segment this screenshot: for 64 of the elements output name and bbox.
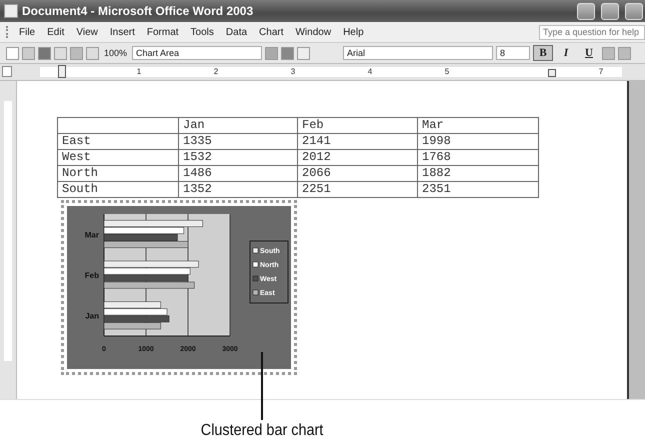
format-button[interactable]: U xyxy=(579,45,600,61)
scroll-bar[interactable] xyxy=(627,81,645,399)
table-cell: 1352 xyxy=(178,182,298,198)
legend-box[interactable] xyxy=(250,240,288,304)
category-label: Mar xyxy=(84,230,99,240)
table-cell: 1768 xyxy=(418,150,538,166)
ruler-number: 7 xyxy=(598,67,604,77)
leader-line xyxy=(261,352,263,420)
menu-item[interactable]: View xyxy=(70,26,104,38)
menu-item[interactable]: Help xyxy=(337,26,370,38)
bar[interactable] xyxy=(104,220,203,227)
chart-objects-dropdown[interactable]: Chart Area xyxy=(132,46,262,60)
tab-stop-selector[interactable] xyxy=(2,66,12,77)
column-header: Jan xyxy=(178,118,298,134)
help-search-field[interactable]: Type a question for help xyxy=(539,24,645,40)
table-cell: 2141 xyxy=(298,134,418,150)
menu-item[interactable]: Data xyxy=(220,26,254,38)
menu-item[interactable]: Tools xyxy=(184,26,220,38)
restore-button[interactable] xyxy=(601,2,619,20)
format-button[interactable]: B xyxy=(533,45,554,61)
ruler-number: 3 xyxy=(290,67,296,77)
menu-item[interactable]: Insert xyxy=(104,26,141,38)
bar[interactable] xyxy=(104,227,184,234)
bar[interactable] xyxy=(104,268,190,275)
minimize-button[interactable] xyxy=(577,2,595,20)
column-header: Feb xyxy=(298,118,418,134)
ruler-number: 2 xyxy=(212,67,220,77)
menu-item[interactable]: Format xyxy=(140,26,185,38)
font-size-dropdown[interactable]: 8 xyxy=(496,46,530,60)
ruler-number: 4 xyxy=(366,67,374,77)
table-cell: East xyxy=(58,134,178,150)
zoom-value[interactable]: 100% xyxy=(102,48,130,58)
menu-item[interactable]: File xyxy=(13,26,42,38)
table-cell: North xyxy=(58,166,178,182)
table-cell: 1532 xyxy=(178,150,298,166)
table-cell: South xyxy=(58,182,178,198)
category-label: Jan xyxy=(85,312,99,321)
table-cell: 2012 xyxy=(298,150,418,166)
bar[interactable] xyxy=(104,301,161,308)
format-button[interactable]: I xyxy=(556,45,576,61)
right-indent-marker[interactable] xyxy=(548,69,556,77)
category-label: Feb xyxy=(84,271,99,280)
bar[interactable] xyxy=(104,241,188,248)
menu-item[interactable]: Window xyxy=(289,26,338,38)
table-cell: 1486 xyxy=(178,166,298,182)
table-cell: 1335 xyxy=(178,134,298,150)
bar[interactable] xyxy=(104,308,168,316)
column-header: Mar xyxy=(418,118,538,134)
callout-caption: Clustered bar chart xyxy=(200,422,324,440)
table-cell: 2066 xyxy=(298,166,418,182)
menu-item[interactable]: Edit xyxy=(41,26,70,38)
window-title: Document4 - Microsoft Office Word 2003 xyxy=(22,4,254,18)
close-button[interactable] xyxy=(625,2,643,20)
bar[interactable] xyxy=(104,322,161,330)
menu-item[interactable]: Chart xyxy=(253,26,290,38)
ruler-number: 1 xyxy=(136,67,142,77)
table-cell: 2351 xyxy=(418,182,538,198)
table-cell: 1882 xyxy=(418,166,538,182)
indent-marker[interactable] xyxy=(58,65,66,78)
font-dropdown[interactable]: Arial xyxy=(343,46,494,60)
table-cell: 1998 xyxy=(418,134,538,150)
ruler-number: 5 xyxy=(444,67,450,77)
table-cell: West xyxy=(58,150,178,166)
table-cell: 2251 xyxy=(298,182,418,198)
